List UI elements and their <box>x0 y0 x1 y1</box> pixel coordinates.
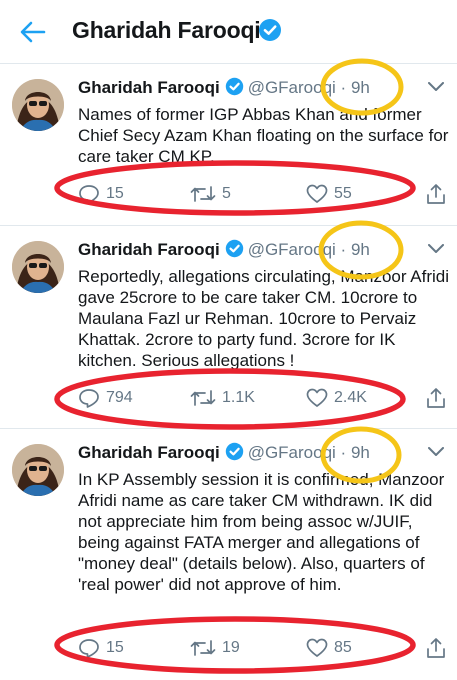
reply-icon <box>79 185 99 204</box>
like-button[interactable]: 85 <box>306 636 352 660</box>
like-button[interactable]: 2.4K <box>306 386 367 410</box>
separator-dot: · <box>340 443 347 462</box>
tweet-text: Names of former IGP Abbas Khan and forme… <box>78 105 449 166</box>
author-name[interactable]: Gharidah Farooqi <box>78 78 220 97</box>
tweet[interactable]: Gharidah Farooqi @GFarooqi · 9h In KP Ass… <box>0 429 457 680</box>
author-handle[interactable]: @GFarooqi <box>248 78 336 97</box>
retweet-icon <box>190 186 216 202</box>
retweet-count: 1.1K <box>222 389 255 406</box>
author-handle[interactable]: @GFarooqi <box>248 443 336 462</box>
chevron-down-icon[interactable] <box>428 447 444 457</box>
back-button[interactable] <box>18 18 48 46</box>
retweet-count: 19 <box>222 639 240 656</box>
share-button[interactable] <box>426 636 452 660</box>
profile-photo <box>12 79 64 131</box>
verified-badge-icon <box>225 442 243 461</box>
share-icon <box>427 388 445 408</box>
page-title: Gharidah Farooqi <box>72 17 261 43</box>
tweet-timestamp[interactable]: 9h <box>351 78 370 97</box>
like-count: 55 <box>334 185 352 202</box>
author-name[interactable]: Gharidah Farooqi <box>78 240 220 259</box>
reply-button[interactable]: 794 <box>78 386 133 410</box>
retweet-icon <box>190 640 216 656</box>
heart-icon <box>306 388 328 407</box>
tweet-text: In KP Assembly session it is confirmed, … <box>78 470 445 594</box>
verified-badge-icon <box>225 77 243 96</box>
chevron-down-icon[interactable] <box>428 82 444 92</box>
share-icon <box>427 638 445 658</box>
verified-badge-icon <box>259 19 281 41</box>
tweet[interactable]: Gharidah Farooqi @GFarooqi · 9h Reportedl… <box>0 226 457 429</box>
tweet-text: Reportedly, allegations circulating, Man… <box>78 267 450 370</box>
author-name[interactable]: Gharidah Farooqi <box>78 443 220 462</box>
retweet-button[interactable]: 1.1K <box>190 386 255 410</box>
reply-button[interactable]: 15 <box>78 182 124 206</box>
separator-dot: · <box>340 78 347 97</box>
reply-button[interactable]: 15 <box>78 636 124 660</box>
avatar[interactable] <box>12 444 64 496</box>
tweet[interactable]: Gharidah Farooqi @GFarooqi · 9h Names of … <box>0 64 457 226</box>
avatar[interactable] <box>12 241 64 293</box>
heart-icon <box>306 184 328 203</box>
like-count: 85 <box>334 639 352 656</box>
tweet-header: Gharidah Farooqi @GFarooqi · 9h <box>78 239 370 261</box>
reply-icon <box>79 389 99 408</box>
retweet-button[interactable]: 19 <box>190 636 240 660</box>
tweet-actions: 794 1.1K 2.4K <box>78 386 450 410</box>
share-icon <box>427 184 445 204</box>
like-button[interactable]: 55 <box>306 182 352 206</box>
reply-count: 794 <box>106 389 133 406</box>
reply-icon <box>79 639 99 658</box>
retweet-icon <box>190 390 216 406</box>
separator-dot: · <box>340 240 347 259</box>
avatar[interactable] <box>12 79 64 131</box>
reply-count: 15 <box>106 639 124 656</box>
profile-photo <box>12 241 64 293</box>
tweet-timestamp[interactable]: 9h <box>351 443 370 462</box>
tweet-header: Gharidah Farooqi @GFarooqi · 9h <box>78 77 370 99</box>
share-button[interactable] <box>426 182 452 206</box>
author-handle[interactable]: @GFarooqi <box>248 240 336 259</box>
tweet-actions: 15 19 85 <box>78 636 450 660</box>
reply-count: 15 <box>106 185 124 202</box>
tweet-actions: 15 5 55 <box>78 182 450 206</box>
share-button[interactable] <box>426 386 452 410</box>
tweet-header: Gharidah Farooqi @GFarooqi · 9h <box>78 442 370 464</box>
profile-photo <box>12 444 64 496</box>
verified-badge-icon <box>225 239 243 258</box>
header-bar: Gharidah Farooqi <box>0 0 457 64</box>
tweet-timestamp[interactable]: 9h <box>351 240 370 259</box>
back-arrow-icon <box>20 21 46 43</box>
heart-icon <box>306 638 328 657</box>
retweet-count: 5 <box>222 185 231 202</box>
chevron-down-icon[interactable] <box>428 244 444 254</box>
like-count: 2.4K <box>334 389 367 406</box>
retweet-button[interactable]: 5 <box>190 182 231 206</box>
